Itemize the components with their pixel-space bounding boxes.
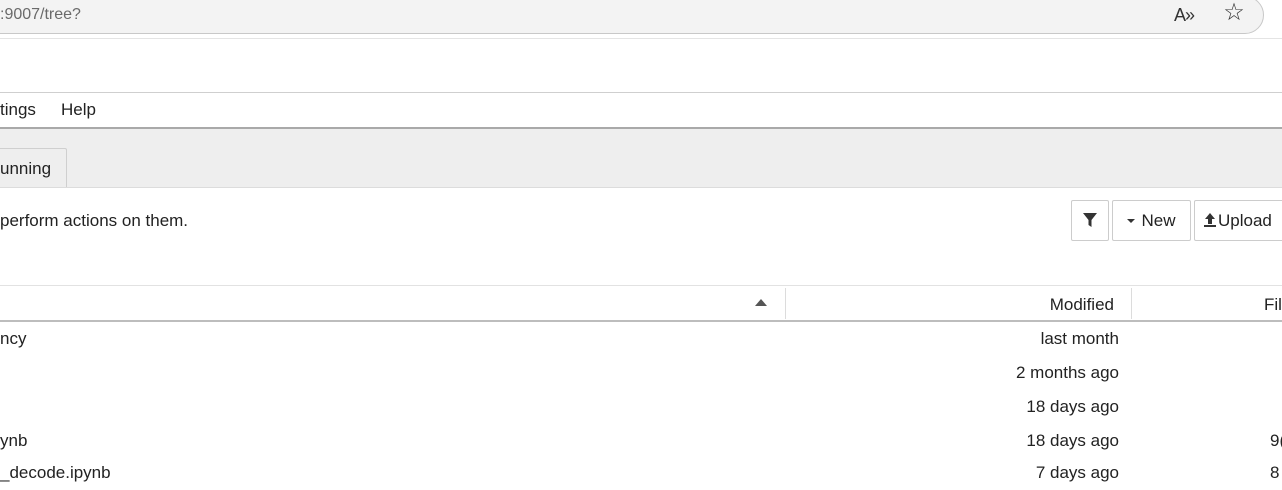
column-separator — [785, 288, 786, 319]
filter-icon — [1083, 213, 1097, 228]
file-modified: 18 days ago — [1026, 397, 1119, 416]
file-modified: 18 days ago — [1026, 431, 1119, 450]
tab-strip — [0, 129, 1282, 188]
sort-ascending-icon[interactable] — [755, 299, 767, 306]
new-button[interactable]: New — [1112, 200, 1191, 241]
filter-button[interactable] — [1071, 200, 1109, 241]
table-row[interactable]: 2 months ago — [0, 356, 1282, 390]
tab-strip-border — [0, 187, 1282, 188]
upload-icon — [1204, 212, 1216, 227]
column-header-file-size[interactable]: Fil — [1264, 295, 1282, 315]
caret-down-icon — [1127, 218, 1136, 223]
table-top-border — [0, 285, 1282, 286]
file-modified: 2 months ago — [1015, 363, 1119, 382]
file-name[interactable]: _decode.ipynb — [0, 463, 111, 483]
upload-button-label: Upload — [1218, 211, 1272, 230]
read-aloud-icon[interactable]: A» — [1171, 3, 1197, 27]
column-separator — [1131, 288, 1132, 319]
favorite-star-icon[interactable]: ☆ — [1220, 1, 1248, 25]
browser-divider — [0, 38, 1282, 39]
file-name[interactable]: ncy — [0, 329, 26, 349]
file-modified: 7 days ago — [1035, 463, 1119, 482]
address-bar[interactable] — [0, 0, 1264, 34]
table-row[interactable]: _decode.ipynb 7 days ago 8 — [0, 456, 1282, 490]
file-size: 8 — [1270, 463, 1280, 482]
table-row[interactable]: ncy last month — [0, 322, 1282, 356]
file-name[interactable]: ynb — [0, 431, 27, 451]
menu-item-help[interactable]: Help — [61, 100, 96, 120]
url-text[interactable]: :9007/tree? — [0, 4, 81, 26]
column-header-modified[interactable]: Modified — [1040, 295, 1114, 315]
menu-item-settings[interactable]: tings — [0, 100, 36, 120]
menubar-top-border — [0, 92, 1282, 93]
file-modified: last month — [1040, 329, 1119, 348]
upload-button[interactable]: Upload — [1194, 200, 1282, 241]
new-button-label: New — [1141, 211, 1176, 230]
table-row[interactable]: 18 days ago — [0, 390, 1282, 424]
file-size: 9( — [1270, 431, 1282, 450]
tab-running-label[interactable]: unning — [0, 159, 51, 179]
table-row[interactable]: ynb 18 days ago 9( — [0, 424, 1282, 458]
instruction-text: perform actions on them. — [0, 211, 189, 230]
